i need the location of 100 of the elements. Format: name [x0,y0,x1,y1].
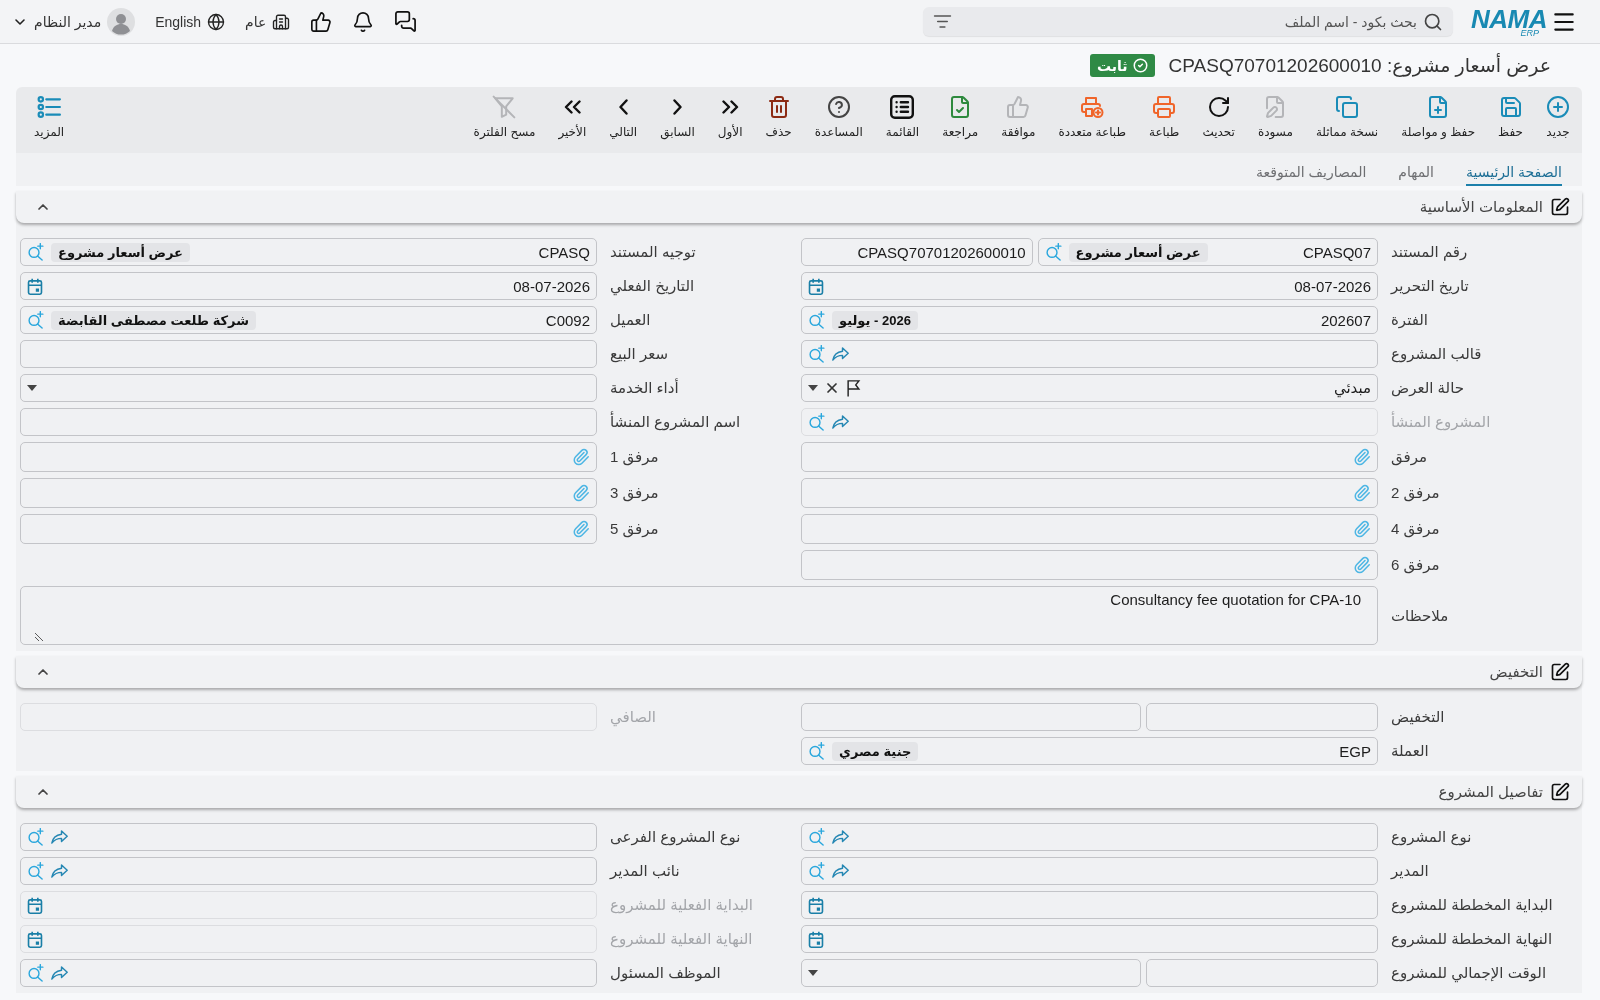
filter-icon[interactable] [933,12,952,31]
lookup-field[interactable] [801,857,1378,885]
search-plus-icon[interactable] [808,311,826,329]
lookup-field[interactable] [801,340,1378,368]
trash-icon [766,95,791,119]
search-plus-icon[interactable] [27,311,45,329]
help-icon [826,95,851,119]
date-field[interactable] [801,925,1378,953]
dropdown-field[interactable]: مبدئي [801,374,1378,402]
search-plus-icon[interactable] [808,345,826,363]
search-plus-icon[interactable] [808,742,826,760]
text-field[interactable] [801,703,1142,731]
edit-icon[interactable] [1550,782,1570,802]
search-plus-icon[interactable] [1044,243,1063,261]
paperclip-icon[interactable] [1353,520,1371,538]
text-field[interactable] [20,340,597,368]
paperclip-icon[interactable] [572,484,590,502]
save-continue-button[interactable]: حفظ و مواصلة [1401,87,1476,139]
section-title: المعلومات الأساسية [1419,198,1543,216]
search-plus-icon[interactable] [27,964,45,982]
more-button[interactable]: المزيد [34,87,65,139]
tab[interactable]: الصفحة الرئيسية [1465,164,1562,186]
paperclip-icon[interactable] [1353,448,1371,466]
paperclip-icon[interactable] [572,448,590,466]
text-field[interactable] [20,408,597,436]
share-arrow-icon[interactable] [51,830,68,844]
tab[interactable]: المهام [1398,164,1434,186]
attachment-field[interactable] [801,514,1378,544]
search-field[interactable]: بحث بكود - اسم الملف [923,7,1453,36]
text-field[interactable] [1146,703,1378,731]
lookup-field[interactable] [20,857,597,885]
delete-button[interactable]: حذف [765,87,792,139]
text-field[interactable]: CPASQ70701202600010 [801,238,1033,266]
previous-button[interactable]: السابق [660,87,695,139]
attachment-field[interactable] [801,442,1378,472]
field-label: مرفق 4 [1391,520,1440,538]
date-field[interactable] [801,891,1378,919]
attachment-field[interactable] [20,514,597,544]
caret-down-icon[interactable] [808,970,818,976]
duplicate-button[interactable]: نسخة مماثلة [1315,87,1379,139]
search-plus-icon[interactable] [808,828,826,846]
search-plus-icon[interactable] [27,243,45,261]
date-field[interactable]: 08-07-2026 [20,272,597,300]
paperclip-icon[interactable] [1353,556,1371,574]
calendar-icon[interactable] [808,277,824,295]
share-arrow-icon[interactable] [51,966,68,980]
caret-down-icon[interactable] [27,385,37,391]
branch-button[interactable]: عام [245,12,291,31]
lookup-field[interactable] [20,959,597,987]
field-label: الموظف المسئول [610,964,721,982]
share-arrow-icon[interactable] [51,864,68,878]
date-field[interactable]: 08-07-2026 [801,272,1378,300]
share-arrow-icon[interactable] [832,864,849,878]
tab[interactable]: المصاريف المتوقعة [1255,164,1367,186]
dropdown-field[interactable] [20,374,597,402]
chat-icon[interactable] [394,10,418,33]
last-button[interactable]: الأخير [558,87,587,139]
field-label: التاريخ الفعلي [610,277,695,295]
attachment-field[interactable] [20,442,597,472]
review-button[interactable]: مراجعة [942,87,979,139]
attachment-field[interactable] [20,478,597,508]
language-button[interactable]: English [155,12,226,31]
search-plus-icon[interactable] [27,862,45,880]
print-button[interactable]: طباعة [1148,87,1180,139]
thumbs-up-icon[interactable] [310,10,333,33]
section-title: تفاصيل المشروع [1438,783,1543,801]
notes-field[interactable]: Consultancy fee quotation for CPA-10 [20,586,1378,645]
search-plus-icon[interactable] [808,862,826,880]
save-button[interactable]: حفظ [1498,87,1523,139]
edit-icon[interactable] [1550,197,1570,217]
chevron-right-icon [673,99,682,115]
calendar-icon[interactable] [808,896,824,914]
field-label: قالب المشروع [1391,345,1482,363]
help-button[interactable]: المساعدة [814,87,863,139]
first-button[interactable]: الأول [717,87,743,139]
dropdown-field[interactable] [801,959,1142,987]
calendar-icon[interactable] [27,277,43,295]
user-menu[interactable]: مدير النظام [12,7,136,36]
bell-icon[interactable] [352,10,375,33]
paperclip-icon[interactable] [1353,484,1371,502]
multi-print-button[interactable]: طباعة متعددة [1058,87,1126,139]
text-field[interactable] [1146,959,1378,987]
edit-icon[interactable] [1550,662,1570,682]
calendar-icon[interactable] [808,930,824,948]
double-chevron-left-icon [563,100,581,114]
attachment-field[interactable] [801,478,1378,508]
paperclip-icon[interactable] [572,520,590,538]
attachment-field[interactable] [801,550,1378,580]
next-button[interactable]: التالي [609,87,638,139]
thumbs-up-icon [1006,95,1031,119]
refresh-button[interactable]: تحديث [1202,87,1235,139]
share-arrow-icon[interactable] [832,347,849,361]
list-button[interactable]: القائمة [885,87,920,139]
clear-icon[interactable] [824,380,840,396]
caret-down-icon[interactable] [808,385,818,391]
new-button[interactable]: جديد [1546,87,1570,139]
lookup-field[interactable] [801,823,1378,851]
search-plus-icon[interactable] [27,828,45,846]
share-arrow-icon[interactable] [832,830,849,844]
lookup-field[interactable] [20,823,597,851]
